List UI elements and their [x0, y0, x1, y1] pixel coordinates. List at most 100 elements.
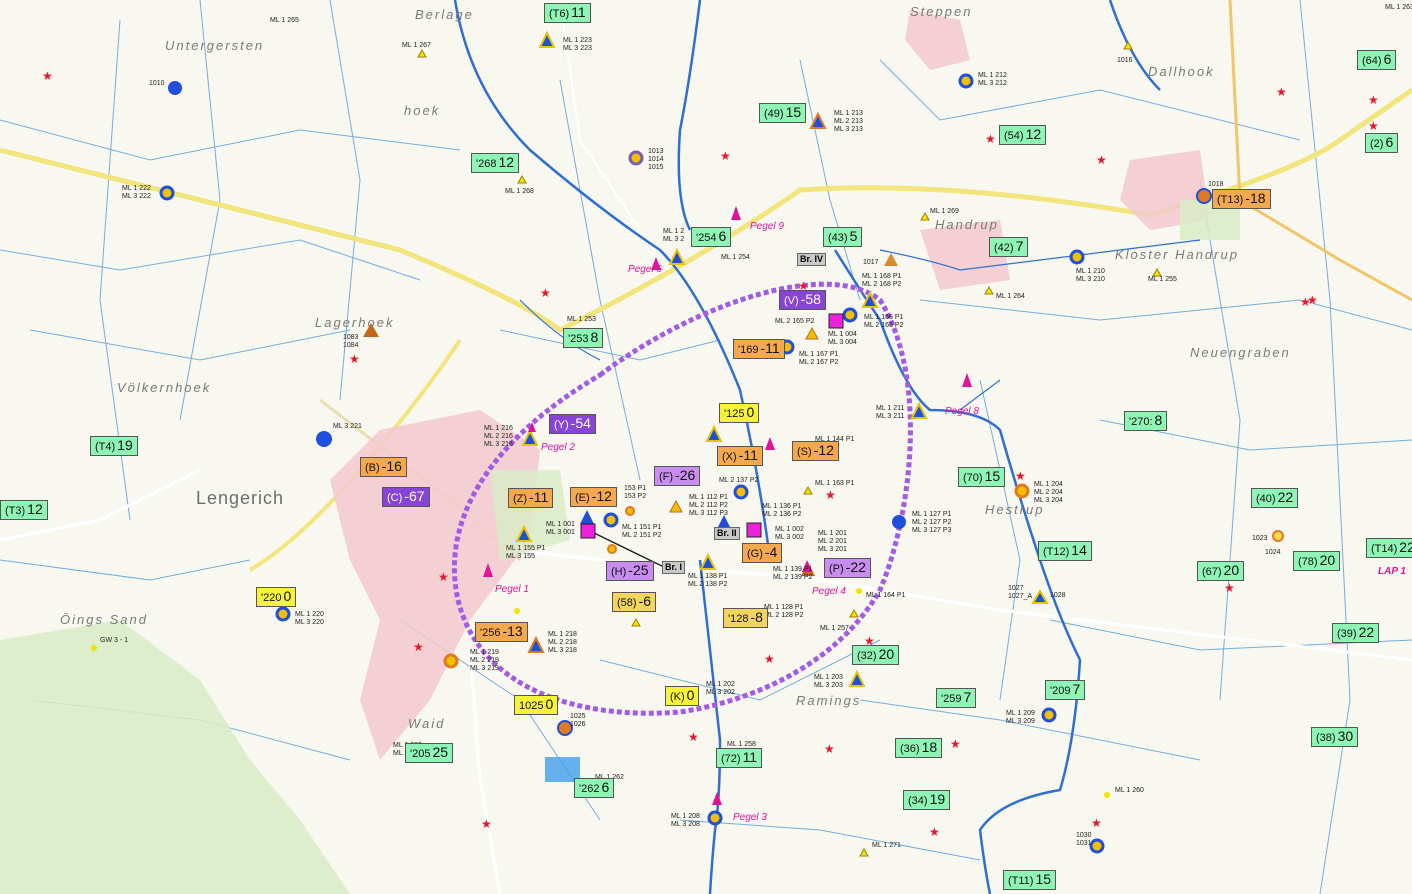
value-label[interactable]: (78) 20	[1293, 551, 1341, 571]
value-label[interactable]: (E) -12	[570, 487, 617, 507]
value-label[interactable]: (Z) -11	[508, 488, 554, 508]
value-label[interactable]: (49) 15	[759, 103, 807, 123]
value-label[interactable]: (Y) -54	[549, 414, 596, 434]
value-label[interactable]: '169 -11	[733, 339, 785, 359]
value-label[interactable]: '205 25	[405, 743, 454, 763]
value-label[interactable]: '254 6	[691, 227, 732, 247]
value-label[interactable]: (36) 18	[895, 738, 943, 758]
value-label[interactable]: (T11) 15	[1003, 870, 1057, 890]
value-label-value: 30	[1337, 728, 1354, 744]
value-label[interactable]: (C) -67	[382, 487, 430, 507]
value-label-value: 11	[742, 749, 758, 765]
well-id: ML 1 212 ML 3 212	[978, 72, 1007, 87]
value-label[interactable]: (G) -4	[742, 543, 783, 563]
gauge-label: Pegel 9	[750, 221, 784, 232]
value-label[interactable]: (T6) 11	[544, 3, 591, 23]
well-id: 1010	[149, 80, 165, 87]
place-name: Kloster Handrup	[1115, 247, 1239, 262]
value-label-value: 0	[283, 588, 292, 604]
value-label-code: (T3)	[5, 505, 26, 517]
value-label-value: -6	[638, 593, 652, 609]
value-label-code: (49)	[764, 108, 784, 120]
value-label-code: (G)	[747, 548, 763, 560]
value-label-code: (P)	[829, 563, 844, 575]
value-label[interactable]: (38) 30	[1311, 727, 1359, 747]
place-name: Völkernhoek	[117, 380, 212, 395]
value-label[interactable]: '268 12	[471, 153, 520, 173]
value-label[interactable]: (V) -58	[779, 290, 826, 310]
value-label[interactable]: '253 8	[563, 328, 604, 348]
bridge-label: Br. I	[662, 561, 686, 574]
value-label[interactable]: (34) 19	[903, 790, 951, 810]
well-id: ML 1 219 ML 2 219 ML 3 219	[470, 649, 499, 672]
value-label[interactable]: '209 7	[1045, 680, 1086, 700]
value-label[interactable]: (72) 11	[716, 748, 763, 768]
value-label[interactable]: '256 -13	[475, 622, 528, 642]
value-label[interactable]: (S) -12	[792, 441, 839, 461]
value-label[interactable]: (T3) 12	[0, 500, 48, 520]
value-label[interactable]: (P) -22	[824, 558, 871, 578]
value-label-code: (T12)	[1043, 546, 1070, 558]
value-label[interactable]: (58) -6	[612, 592, 657, 612]
value-label-value: -67	[404, 488, 425, 504]
value-label-value: -11	[760, 340, 780, 356]
well-id: ML 1 128 P1 ML 2 128 P2	[764, 604, 804, 619]
well-id: ML 3 221	[333, 423, 362, 430]
well-id: ML 1 223 ML 3 223	[563, 37, 592, 52]
value-label-code: '125	[724, 408, 745, 420]
value-label[interactable]: (T14) 22	[1366, 538, 1412, 558]
value-label[interactable]: (T12) 14	[1038, 541, 1092, 561]
value-label[interactable]: (H) -25	[606, 561, 654, 581]
value-label-value: 22	[1358, 624, 1375, 640]
value-label[interactable]: (K) 0	[665, 686, 700, 706]
well-id: ML 1 2 ML 3 2	[663, 228, 685, 243]
well-id: ML 1 208 ML 3 208	[671, 813, 700, 828]
value-label-code: (32)	[857, 650, 877, 662]
value-label-code: (Y)	[554, 419, 569, 431]
well-id: 1083 1084	[343, 334, 359, 349]
place-name: Waid	[408, 716, 446, 731]
value-label-value: 22	[1399, 539, 1412, 555]
value-label-code: '169	[738, 344, 759, 356]
value-label[interactable]: '220 0	[256, 587, 297, 607]
value-label[interactable]: (B) -16	[360, 457, 407, 477]
value-label[interactable]: (T4) 19	[90, 436, 138, 456]
value-label[interactable]: '262 6	[574, 778, 615, 798]
value-label-code: '259	[941, 693, 962, 705]
map-canvas[interactable]: ★★★ ★★★ ★★★ ★★★ ★★★ ★★★ ★★★ ★★★ ★★	[0, 0, 1412, 894]
value-label-code: (43)	[828, 232, 848, 244]
value-label[interactable]: (F) -26	[654, 466, 701, 486]
well-markers	[91, 30, 1284, 857]
well-id: ML 1 210 ML 3 210	[1076, 268, 1105, 283]
value-label-code: (C)	[387, 492, 403, 504]
well-id: ML 1 254	[721, 254, 750, 261]
value-label[interactable]: 1025 0	[514, 695, 559, 715]
well-id: ML 1 167 P1 ML 2 167 P2	[799, 351, 839, 366]
place-name: Ramings	[796, 693, 862, 708]
value-label-value: 5	[849, 228, 858, 244]
value-label[interactable]: '259 7	[936, 688, 977, 708]
value-label[interactable]: (32) 20	[852, 645, 900, 665]
value-label[interactable]: '128 -8	[723, 608, 768, 628]
value-label[interactable]: (43) 5	[823, 227, 863, 247]
value-label[interactable]: (42) 7	[989, 237, 1029, 257]
value-label-value: 19	[117, 437, 133, 453]
value-label[interactable]: (T13) -18	[1212, 189, 1271, 209]
value-label-code: (T6)	[549, 8, 570, 20]
value-label[interactable]: (39) 22	[1332, 623, 1380, 643]
value-label[interactable]: (70) 15	[958, 467, 1006, 487]
value-label-value: 7	[963, 689, 972, 705]
value-label[interactable]: (64) 6	[1357, 50, 1397, 70]
well-id: 1025 1026	[570, 713, 586, 728]
value-label[interactable]: '270: 8	[1124, 411, 1168, 431]
well-id: 1030 1031	[1076, 832, 1092, 847]
value-label[interactable]: (2) 6	[1365, 133, 1399, 153]
value-label-code: (X)	[722, 451, 737, 463]
value-label[interactable]: '125 0	[719, 403, 760, 423]
value-label[interactable]: (X) -11	[717, 446, 763, 466]
value-label-value: 19	[929, 791, 946, 807]
value-label-code: (39)	[1337, 628, 1357, 640]
value-label[interactable]: (67) 20	[1197, 561, 1245, 581]
value-label[interactable]: (54) 12	[999, 125, 1047, 145]
value-label[interactable]: (40) 22	[1251, 488, 1299, 508]
